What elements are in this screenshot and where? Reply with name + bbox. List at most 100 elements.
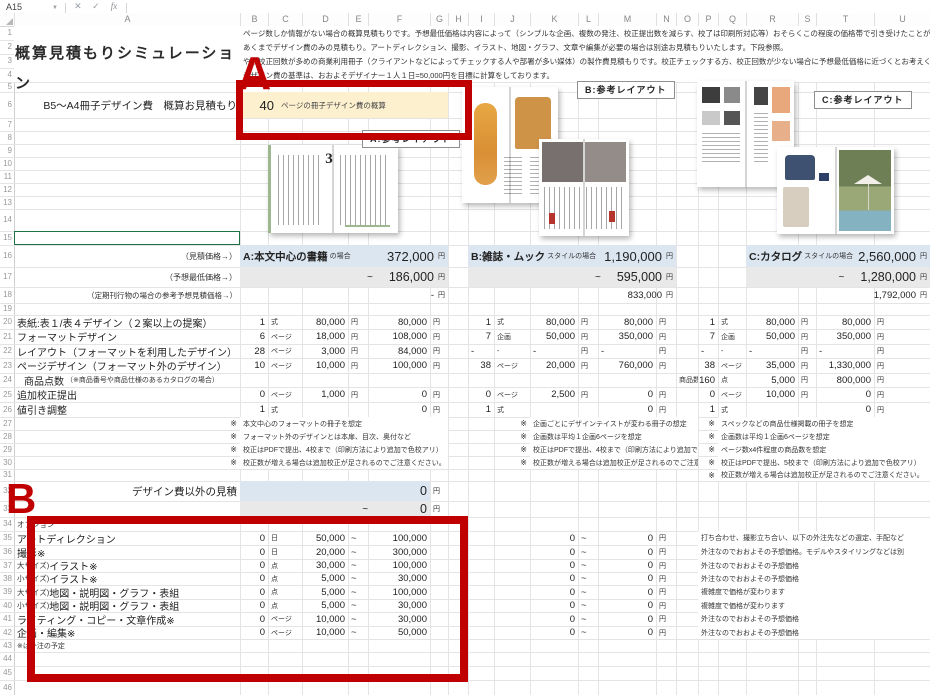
option-b-amount[interactable]: 0 <box>598 599 656 612</box>
yen-label[interactable]: 円 <box>578 358 598 373</box>
item-unit-c[interactable]: ページ <box>718 358 746 373</box>
option-note[interactable]: 外注なのでおおよその予想価格 <box>698 626 930 639</box>
row-header-44[interactable]: 44 <box>0 652 14 666</box>
other-estimate-min[interactable]: ~0 <box>240 501 430 517</box>
option-b-qty[interactable]: 0 <box>530 626 578 639</box>
item-qty-a[interactable]: 1 <box>240 402 268 417</box>
yen-label[interactable]: 円 <box>578 329 598 344</box>
option-note[interactable]: 打ち合わせ、撮影立ち合い、以下の外注先などの選定、手配など <box>698 531 930 545</box>
row-header-2[interactable]: 2 <box>0 40 14 54</box>
summary-min-c[interactable]: ~1,280,000円 <box>746 267 930 287</box>
option-note[interactable]: 外注なのでおおよその予想価格 <box>698 612 930 626</box>
row-header-25[interactable]: 25 <box>0 387 14 402</box>
option-b-qty[interactable]: 0 <box>530 531 578 545</box>
column-header-D[interactable]: D <box>302 13 348 26</box>
item-price-b[interactable]: 80,000 <box>530 315 578 329</box>
yen-label[interactable]: 円 <box>348 344 368 358</box>
yen-label[interactable]: 円 <box>798 373 816 387</box>
cancel-icon[interactable]: ✕ <box>69 0 87 13</box>
option-note[interactable]: 外注なのでおおよその予想価格 <box>698 559 930 572</box>
column-header-Q[interactable]: Q <box>718 13 746 26</box>
yen-label[interactable]: 円 <box>656 402 676 417</box>
item-price-a[interactable]: 80,000 <box>302 315 348 329</box>
item-qty-b[interactable]: 1 <box>468 315 494 329</box>
column-header-J[interactable]: J <box>494 13 530 26</box>
item-amount-c[interactable]: 0 <box>816 402 874 417</box>
row-header-36[interactable]: 36 <box>0 545 14 559</box>
yen-label[interactable]: 円 <box>656 612 676 626</box>
row-header-19[interactable]: 19 <box>0 303 14 315</box>
yen-label[interactable]: 円 <box>874 344 930 358</box>
summary-periodical-a[interactable]: -円 <box>240 287 448 303</box>
row-header-15[interactable]: 15 <box>0 231 14 245</box>
row-header-7[interactable]: 7 <box>0 118 14 131</box>
enter-icon[interactable]: ✓ <box>87 0 105 13</box>
summary-row-label[interactable]: （定期刊行物の場合の参考予想見積価格→） <box>14 287 240 303</box>
section-note-b[interactable]: 企画ごとにデザインテイストが変わる冊子の想定 <box>530 417 698 430</box>
option-b-qty[interactable]: 0 <box>530 559 578 572</box>
yen-label[interactable]: 円 <box>430 402 448 417</box>
section-note-c[interactable]: 校正はPDFで提出、5校まで（印刷方法により追加で色校アリ） <box>718 456 930 469</box>
name-box-dropdown-icon[interactable]: ▼ <box>52 5 58 11</box>
yen-label[interactable]: 円 <box>656 344 676 358</box>
item-unit-c[interactable]: 企画 <box>718 329 746 344</box>
item-price-c[interactable]: 5,000 <box>746 373 798 387</box>
column-header-A[interactable]: A <box>14 13 240 26</box>
yen-label[interactable]: 円 <box>348 315 368 329</box>
section-note-a[interactable]: 校正数が増える場合は追加校正が足されるのでご注意ください。 <box>240 456 448 469</box>
item-label[interactable]: ページデザイン（フォーマット外のデザイン） <box>14 358 240 373</box>
item-label[interactable]: 追加校正提出 <box>14 387 240 402</box>
item-amount-b[interactable]: 760,000 <box>598 358 656 373</box>
column-header-E[interactable]: E <box>348 13 368 26</box>
item-label[interactable]: 商品点数（※商品番号や商品仕様のあるカタログの場合） <box>14 373 240 387</box>
item-amount-c[interactable]: 1,330,000 <box>816 358 874 373</box>
column-header-C[interactable]: C <box>268 13 302 26</box>
yen-label[interactable]: 円 <box>430 387 448 402</box>
row-header-46[interactable]: 46 <box>0 680 14 695</box>
yen-label[interactable]: 円 <box>348 387 368 402</box>
yen-label[interactable]: 円 <box>578 387 598 402</box>
summary-min-b[interactable]: ~595,000円 <box>468 267 676 287</box>
row-header-40[interactable]: 40 <box>0 599 14 612</box>
item-qty-c[interactable]: 160 <box>698 373 718 387</box>
row-header-16[interactable]: 16 <box>0 245 14 267</box>
item-amount-b[interactable]: - <box>598 344 656 358</box>
row-header-5[interactable]: 5 <box>0 82 14 92</box>
yen-label[interactable]: 円 <box>656 626 676 639</box>
item-unit-b[interactable]: 式 <box>494 402 530 417</box>
item-qty-c[interactable]: 0 <box>698 387 718 402</box>
yen-label[interactable]: 円 <box>656 531 676 545</box>
item-qty-b[interactable]: 38 <box>468 358 494 373</box>
item-price-b[interactable]: 50,000 <box>530 329 578 344</box>
item-amount-b[interactable]: 80,000 <box>598 315 656 329</box>
other-estimate-label[interactable]: デザイン費以外の見積 <box>14 481 240 501</box>
row-header-4[interactable]: 4 <box>0 68 14 82</box>
yen-label[interactable]: 円 <box>430 358 448 373</box>
row-header-22[interactable]: 22 <box>0 344 14 358</box>
option-note[interactable]: 外注なのでおおよその予想価格。モデルやスタイリングなどは別 <box>698 545 930 559</box>
item-qty-a[interactable]: 28 <box>240 344 268 358</box>
item-unit-a[interactable]: ページ <box>268 329 302 344</box>
yen-label[interactable]: 円 <box>578 315 598 329</box>
option-note[interactable]: 複雑度で価格が変わります <box>698 585 930 599</box>
item-price-a[interactable]: 18,000 <box>302 329 348 344</box>
row-header-11[interactable]: 11 <box>0 170 14 183</box>
item-amount-a[interactable]: 100,000 <box>368 358 430 373</box>
item-price-b[interactable]: - <box>530 344 578 358</box>
item-qty-c[interactable]: 1 <box>698 315 718 329</box>
row-header-42[interactable]: 42 <box>0 626 14 639</box>
item-label[interactable]: フォーマットデザイン <box>14 329 240 344</box>
item-price-c[interactable]: 35,000 <box>746 358 798 373</box>
column-header-P[interactable]: P <box>698 13 718 26</box>
row-header-39[interactable]: 39 <box>0 585 14 599</box>
item-qty-a[interactable]: 10 <box>240 358 268 373</box>
summary-min-a[interactable]: ~186,000円 <box>240 267 448 287</box>
yen-label[interactable]: 円 <box>656 585 676 599</box>
item-amount-a[interactable]: 84,000 <box>368 344 430 358</box>
cell-name-box[interactable]: A15 <box>0 0 50 13</box>
option-b-amount[interactable]: 0 <box>598 612 656 626</box>
item-qty-c[interactable]: 1 <box>698 402 718 417</box>
yen-label[interactable]: 円 <box>656 329 676 344</box>
item-amount-a[interactable]: 0 <box>368 402 430 417</box>
item-qty-c[interactable]: 7 <box>698 329 718 344</box>
